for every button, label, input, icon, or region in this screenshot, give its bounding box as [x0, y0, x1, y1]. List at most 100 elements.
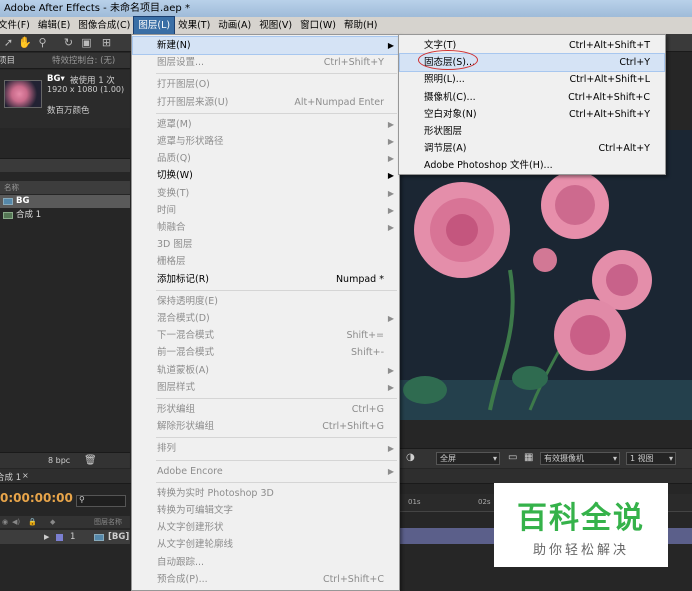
tab-effects-controls[interactable]: 特效控制台: (无) [52, 53, 115, 69]
layer-menu-item[interactable]: 时间 ▶ [133, 202, 398, 219]
menu-layer[interactable]: 图层(L) [133, 16, 176, 35]
layer-menu-item[interactable]: 3D 图层 [133, 236, 398, 253]
transparency-grid-icon[interactable]: ▦ [524, 452, 533, 463]
menu-item-label: 切换(W) [157, 170, 193, 182]
layer-menu-item[interactable]: 从文字创建形状 [133, 519, 398, 536]
tab-project[interactable]: 项目 [0, 53, 15, 69]
eye-icon[interactable]: ◉ [2, 516, 8, 528]
layer-menu-item[interactable]: 栅格层 [133, 253, 398, 270]
new-submenu-item[interactable]: 摄像机(C)... Ctrl+Alt+Shift+C [400, 89, 664, 106]
menu-item-label: 形状图层 [424, 126, 463, 137]
menu-item-label: 混合模式(D) [157, 313, 210, 324]
menu-item-shortcut: Ctrl+Alt+Shift+T [568, 40, 650, 51]
menu-item-label: 品质(Q) [157, 153, 191, 165]
project-item-bg[interactable]: BG [0, 195, 130, 208]
layer-menu-item[interactable]: 自动跟踪... [133, 554, 398, 571]
menu-window[interactable]: 窗口(W) [296, 17, 340, 34]
layer-menu-item[interactable]: 下一混合模式 Shift+= [133, 327, 398, 344]
footage-icon [94, 534, 104, 541]
layer-menu-item[interactable]: 品质(Q) ▶ [133, 150, 398, 167]
layer-menu-item[interactable]: 切换(W) ▶ [133, 167, 398, 184]
layer-menu-item[interactable]: 遮罩(M) ▶ [133, 116, 398, 133]
camera-tool-icon[interactable]: ▣ [80, 36, 93, 49]
region-icon[interactable]: ▭ [508, 452, 517, 463]
project-item-label: 合成 1 [16, 210, 42, 220]
layer-menu-item[interactable]: 形状编组 Ctrl+G [133, 401, 398, 418]
project-item-comp[interactable]: 合成 1 [0, 209, 130, 222]
menu-file[interactable]: 文件(F) [0, 17, 34, 34]
layer-menu-item[interactable]: 打开图层(O) [133, 76, 398, 93]
menu-item-label: 3D 图层 [157, 239, 193, 251]
footage-icon [3, 198, 13, 205]
layer-menu-item[interactable]: 图层设置... Ctrl+Shift+Y [133, 54, 398, 71]
layer-menu-item[interactable]: 排列 ▶ [133, 440, 398, 457]
new-submenu-item[interactable]: 空白对象(N) Ctrl+Alt+Shift+Y [400, 106, 664, 123]
new-submenu-item[interactable]: 形状图层 [400, 123, 664, 140]
menu-composition[interactable]: 图像合成(C) [74, 17, 134, 34]
layer-menu-item[interactable]: 转换为可编辑文字 [133, 502, 398, 519]
menu-edit[interactable]: 编辑(E) [34, 17, 74, 34]
menu-item-shortcut: Ctrl+Alt+Shift+C [568, 91, 650, 103]
menu-view[interactable]: 视图(V) [255, 17, 296, 34]
watermark: 百科全说 助你轻松解决 [494, 483, 668, 567]
layer-menu-item[interactable]: 图层样式 ▶ [133, 379, 398, 396]
menu-item-label: 栅格层 [157, 256, 186, 268]
timeline-layer-row[interactable]: ▶ 1 [BG] [0, 530, 130, 544]
menu-item-shortcut: Numpad * [335, 273, 384, 285]
submenu-arrow-icon: ▶ [387, 466, 394, 476]
layer-menu-item[interactable]: 帧融合 ▶ [133, 219, 398, 236]
timeline-search[interactable]: ⚲ [76, 495, 126, 507]
ruler-mark: 02s [478, 498, 491, 506]
new-submenu-item[interactable]: 调节层(A) Ctrl+Alt+Y [400, 140, 664, 157]
pan-behind-tool-icon[interactable]: ⊞ [100, 36, 113, 49]
timecode[interactable]: 0:00:00:00 [0, 491, 73, 505]
label-color[interactable] [56, 534, 63, 541]
layer-menu-item[interactable]: 遮罩与形状路径 ▶ [133, 133, 398, 150]
trash-icon[interactable]: 🗑 [84, 453, 97, 469]
menu-help[interactable]: 帮助(H) [340, 17, 382, 34]
label-icon[interactable]: ◆ [50, 516, 55, 528]
expand-icon[interactable]: ▶ [44, 530, 49, 544]
menu-item-label: 遮罩(M) [157, 118, 192, 130]
bpc-label[interactable]: 8 bpc [48, 453, 70, 469]
layer-menu-item[interactable]: 从文字创建轮廓线 [133, 536, 398, 553]
menu-item-label: 新建(N) [157, 40, 191, 51]
project-column-header: 名称 [0, 181, 130, 194]
layer-menu-item[interactable]: 打开图层来源(U) Alt+Numpad Enter [133, 94, 398, 111]
layer-menu-item[interactable]: Adobe Encore ▶ [133, 463, 398, 480]
camera-select[interactable]: 有效摄像机 ▾ [540, 452, 620, 465]
resolution-select[interactable]: 全屏 ▾ [436, 452, 500, 465]
project-panel-tabs: 项目 特效控制台: (无) [0, 53, 130, 69]
menu-animation[interactable]: 动画(A) [214, 17, 255, 34]
layer-menu-item[interactable]: 轨道蒙板(A) ▶ [133, 362, 398, 379]
new-submenu-item[interactable]: Adobe Photoshop 文件(H)... [400, 157, 664, 174]
item-dimensions: 1920 x 1080 (1.00) [47, 85, 125, 94]
menu-separator [156, 112, 397, 114]
new-submenu-item[interactable]: 照明(L)... Ctrl+Alt+Shift+L [400, 71, 664, 88]
menu-separator [156, 437, 397, 439]
layer-menu-item[interactable]: 前一混合模式 Shift+- [133, 344, 398, 361]
tab-comp-1[interactable]: 合成 1 [0, 471, 21, 483]
rotate-tool-icon[interactable]: ↻ [62, 36, 75, 49]
layer-menu-item[interactable]: 添加标记(R) Numpad * [133, 271, 398, 288]
view-layout-select[interactable]: 1 视图 ▾ [626, 452, 676, 465]
layer-menu-item[interactable]: 变换(T) ▶ [133, 185, 398, 202]
menu-effect[interactable]: 效果(T) [174, 17, 214, 34]
close-icon[interactable]: × [22, 471, 29, 480]
layer-menu-item[interactable]: 新建(N) ▶ [132, 36, 399, 55]
project-search[interactable] [0, 158, 130, 172]
color-channel-icon[interactable]: ◑ [406, 452, 415, 463]
layer-menu-item[interactable]: 解除形状编组 Ctrl+Shift+G [133, 418, 398, 435]
zoom-tool-icon[interactable]: ⚲ [36, 36, 49, 49]
layer-menu-item[interactable]: 保持透明度(E) [133, 293, 398, 310]
menu-item-label: 转换为可编辑文字 [157, 505, 234, 516]
menu-separator [156, 73, 397, 75]
layer-menu-item[interactable]: 转换为实时 Photoshop 3D [133, 485, 398, 502]
lock-icon[interactable]: 🔒 [28, 516, 37, 528]
viewer-controls: ◑ 全屏 ▾ ▭ ▦ 有效摄像机 ▾ 1 视图 ▾ [400, 448, 692, 468]
hand-tool-icon[interactable]: ✋ [18, 36, 32, 49]
selection-tool-icon[interactable]: ➚ [2, 36, 15, 49]
layer-menu-item[interactable]: 预合成(P)... Ctrl+Shift+C [133, 571, 398, 588]
audio-icon[interactable]: ◀) [12, 516, 20, 528]
layer-menu-item[interactable]: 混合模式(D) ▶ [133, 310, 398, 327]
